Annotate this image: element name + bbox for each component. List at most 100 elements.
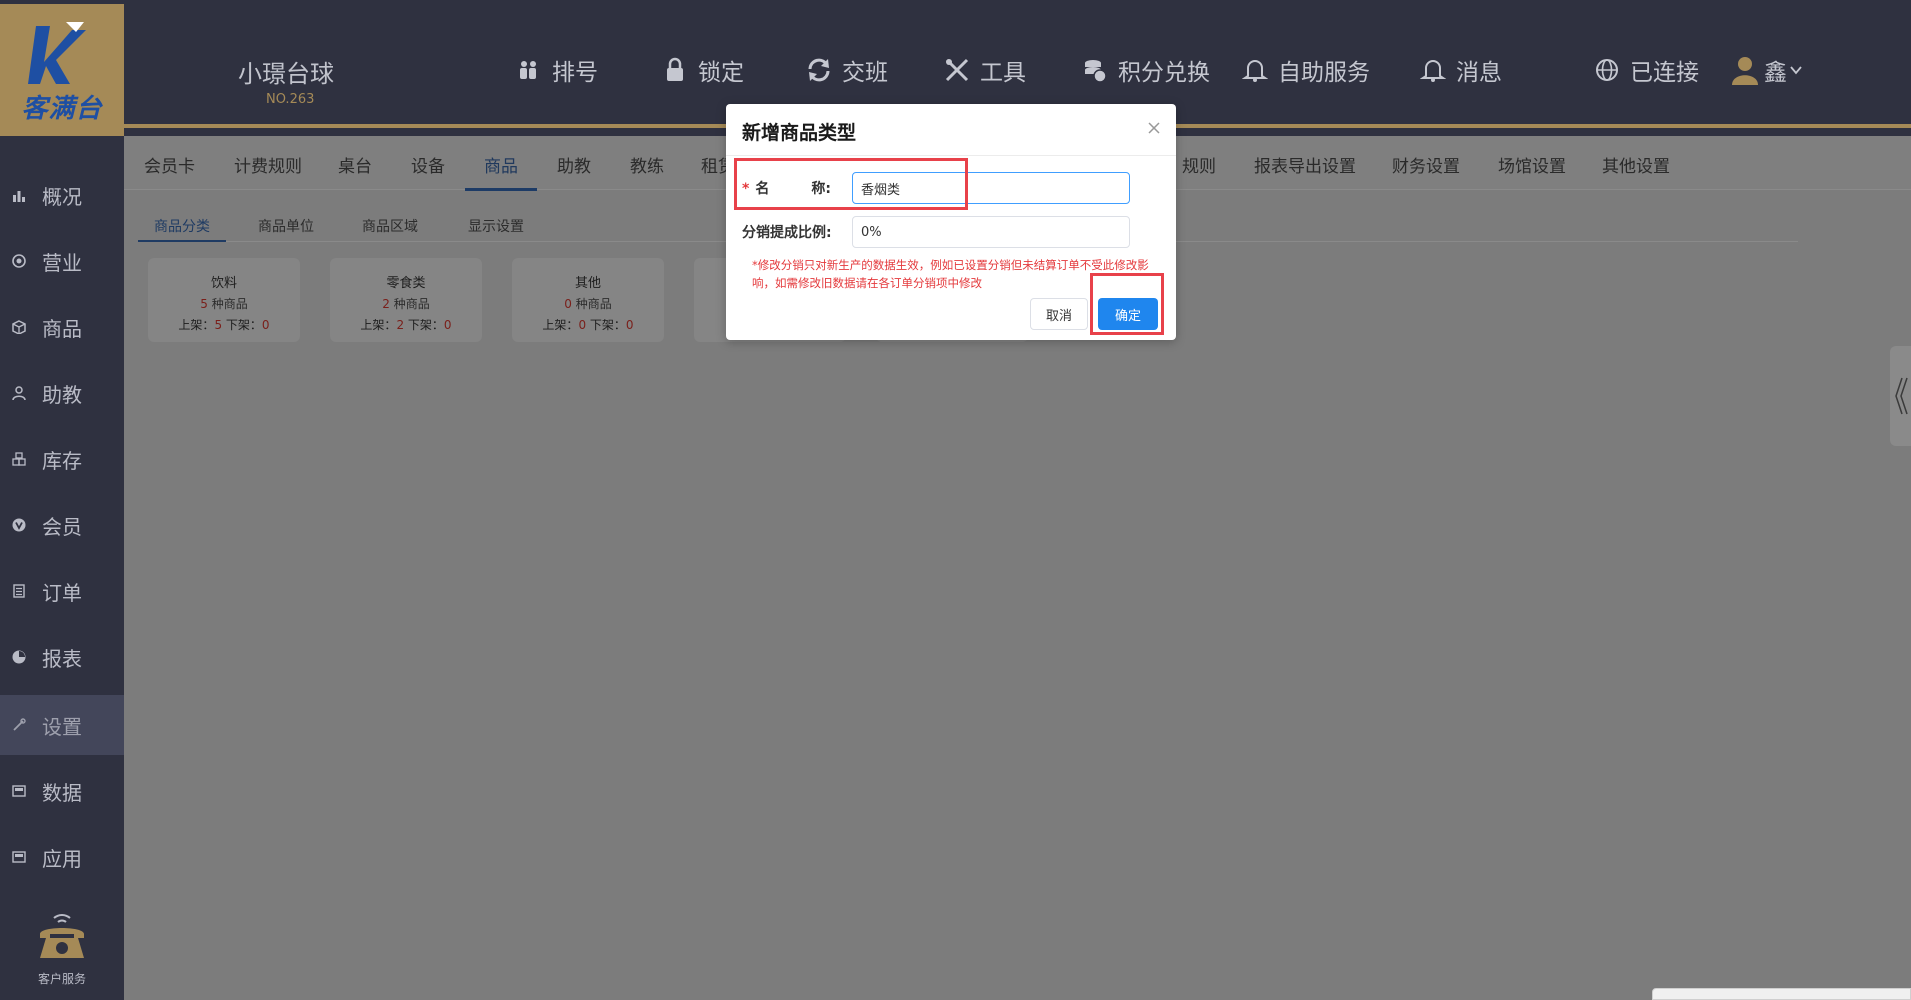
menu-messages[interactable]: 消息 [1420,52,1502,88]
menu-label: 已连接 [1630,60,1699,86]
menu-label: 自助服务 [1278,60,1370,86]
menu-self-service[interactable]: 自助服务 [1242,52,1370,88]
subtab-category[interactable]: 商品分类 [154,216,210,236]
sidebar-item-member[interactable]: 会员 [0,497,124,553]
taskbar-strip [1652,988,1911,1000]
category-count: 0 种商品 [564,297,612,311]
customer-service-label: 客户服务 [37,972,86,986]
tab-other[interactable]: 其他设置 [1602,152,1670,177]
tab-venue[interactable]: 场馆设置 [1498,152,1566,177]
tab-billing-rules[interactable]: 计费规则 [234,152,302,177]
dialog-title: 新增商品类型 [742,122,857,144]
tab-member-card[interactable]: 会员卡 [144,152,195,177]
bar-chart-icon [13,191,25,202]
telephone-icon [40,914,84,958]
category-name: 饮料 [210,276,237,291]
category-name: 其他 [574,276,601,291]
tab-report-export[interactable]: 报表导出设置 [1254,152,1356,177]
sidebar-item-assistant[interactable]: 助教 [0,365,124,421]
side-drawer-handle[interactable] [1890,346,1911,446]
customer-service[interactable]: 客户服务 [0,908,124,987]
logo-k-icon [28,22,86,84]
sidebar: 客满台 概况 营业 商品 助教 库存 会员 订单 报表 设置 数据 应用 客户服… [0,4,124,1000]
menu-label: 工具 [980,60,1026,86]
commission-ratio-input[interactable] [852,216,1130,248]
menu-queue[interactable]: 排号 [516,52,598,88]
sidebar-item-label: 库存 [42,448,82,473]
menu-label: 消息 [1456,60,1502,86]
sidebar-item-overview[interactable]: 概况 [0,167,124,223]
tab-rules[interactable]: 规则 [1182,152,1216,177]
category-card[interactable]: 饮料 5 种商品 上架：5 下架：0 [148,258,300,342]
category-status: 上架：0 下架：0 [542,318,634,332]
annotation-box-confirm [1090,273,1164,335]
tab-assistant[interactable]: 助教 [557,152,591,177]
sidebar-item-order[interactable]: 订单 [0,563,124,619]
box-icon [12,320,26,334]
data-icon [12,785,26,797]
tab-tables[interactable]: 桌台 [338,152,372,177]
menu-user[interactable]: 鑫 [1730,52,1803,88]
coins-icon [1085,60,1107,83]
refresh-icon [808,58,830,82]
sidebar-item-label: 助教 [42,382,82,407]
sidebar-item-label: 应用 [42,846,82,871]
logo-text: 客满台 [21,94,103,124]
vip-icon [12,518,26,532]
dialog-header: 新增商品类型 [726,104,1176,156]
sidebar-item-report[interactable]: 报表 [0,629,124,685]
bell-outline-icon [1420,60,1446,82]
circle-icon [12,254,26,268]
active-subtab-indicator [138,240,226,242]
sidebar-item-app[interactable]: 应用 [0,829,124,885]
venue-number: NO.263 [266,92,315,107]
category-card[interactable]: 零食类 2 种商品 上架：2 下架：0 [330,258,482,342]
close-icon[interactable] [1144,118,1164,138]
category-name: 零食类 [386,276,426,291]
app-icon [12,851,26,863]
sidebar-item-label: 订单 [42,580,82,605]
category-status: 上架：5 下架：0 [178,318,270,332]
active-tab-indicator [465,188,537,191]
sidebar-item-label: 商品 [42,316,82,341]
user-avatar-icon [1732,57,1758,85]
user-name: 鑫 [1764,60,1787,86]
category-status: 上架：2 下架：0 [360,318,452,332]
sidebar-item-label: 报表 [42,646,82,671]
bell-icon [1242,60,1268,82]
people-icon [520,61,536,79]
menu-handover[interactable]: 交班 [806,52,888,88]
category-card[interactable]: 其他 0 种商品 上架：0 下架：0 [512,258,664,342]
tab-finance[interactable]: 财务设置 [1392,152,1460,177]
subtab-unit[interactable]: 商品单位 [258,216,314,236]
sidebar-item-settings[interactable]: 设置 [0,695,124,755]
sidebar-item-data[interactable]: 数据 [0,763,124,819]
sidebar-item-label: 设置 [42,714,82,739]
menu-label: 交班 [842,60,888,86]
menu-label: 锁定 [698,60,744,86]
subtab-display[interactable]: 显示设置 [468,216,524,236]
tab-devices[interactable]: 设备 [411,152,445,177]
menu-label: 排号 [552,60,598,86]
menu-connection-status[interactable]: 已连接 [1594,52,1699,88]
lock-icon [667,57,683,81]
tab-coach[interactable]: 教练 [630,152,664,177]
sidebar-item-label: 数据 [42,780,82,805]
menu-lock[interactable]: 锁定 [662,52,744,88]
menu-tools[interactable]: 工具 [944,52,1026,88]
sidebar-item-business[interactable]: 营业 [0,233,124,289]
cancel-button[interactable]: 取消 [1030,298,1088,330]
sidebar-item-label: 概况 [42,184,82,209]
tools-icon [945,58,969,82]
tab-goods[interactable]: 商品 [484,152,518,177]
double-chevron-left-icon [1895,377,1908,415]
document-icon [13,584,25,598]
menu-points-exchange[interactable]: 积分兑换 [1082,52,1210,88]
sidebar-item-label: 会员 [42,514,82,539]
warehouse-icon [12,452,26,466]
sidebar-item-goods[interactable]: 商品 [0,299,124,355]
sidebar-item-inventory[interactable]: 库存 [0,431,124,487]
brand-logo[interactable]: 客满台 [0,4,124,136]
category-count: 2 种商品 [382,297,430,311]
subtab-area[interactable]: 商品区域 [362,216,418,236]
